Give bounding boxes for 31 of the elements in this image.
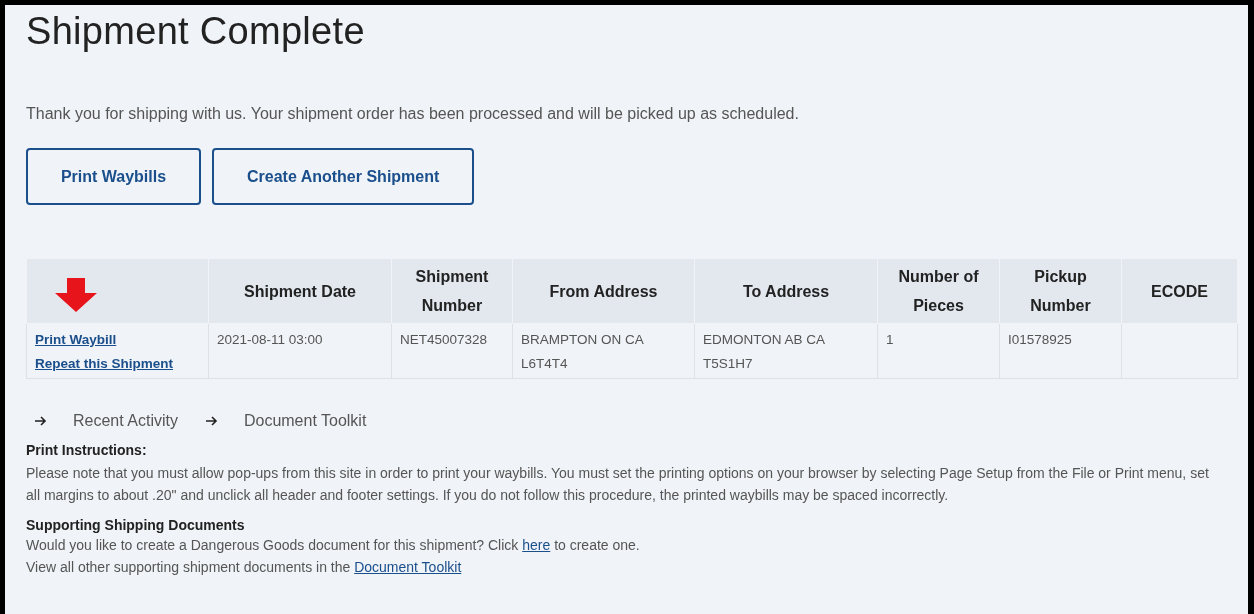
section-heading: Print Instructions: [26, 441, 148, 459]
arrow-right-icon [35, 416, 47, 426]
column-header: ECODE [1121, 258, 1238, 324]
column-header: From Address [512, 258, 695, 324]
column-header: Shipment Number [391, 258, 513, 324]
table-cell-text: I01578925 [1008, 331, 1072, 349]
text-link[interactable]: here [522, 537, 551, 553]
table-cell-text: NET45007328 [400, 331, 488, 349]
table-cell-text: EDMONTON AB CA T5S1H7 [703, 331, 826, 373]
table-link[interactable]: Repeat this Shipment [35, 352, 174, 376]
confirmation-message: Thank you for shipping with us. Your shipment order has been processed and will be picked up as scheduled. [26, 104, 800, 124]
down-arrow-icon [54, 278, 98, 312]
arrow-right-icon [205, 416, 218, 426]
column-header: To Address [694, 258, 878, 324]
table-cell-text: 1 [886, 331, 894, 349]
info-text: View all other supporting shipment documents in the Document Toolkit [26, 558, 463, 577]
column-header: Number of Pieces [877, 258, 1000, 324]
table-link[interactable]: Print Waybill [35, 328, 117, 352]
section-heading: Supporting Shipping Documents [26, 516, 246, 534]
print-waybills-button[interactable]: Print Waybills [26, 148, 201, 205]
create-shipment-button[interactable]: Create Another Shipment [212, 148, 475, 205]
page-title: Shipment Complete [26, 9, 366, 54]
quick-link[interactable]: Recent Activity [73, 412, 178, 430]
quick-link[interactable]: Document Toolkit [243, 412, 367, 430]
column-header: Pickup Number [999, 258, 1122, 324]
column-header: Shipment Date [208, 258, 392, 324]
instructions-text: Please note that you must allow pop-ups from this site in order to print your waybills. You must set the printing options on your browser by selecting Page Setup from the File or Print menu, set all margins to about .20" and unclick all header and footer settings. If you do not follow this procedure, the printed waybills may be spaced incorrectly. [26, 464, 1210, 505]
table-cell-text: BRAMPTON ON CA L6T4T4 [521, 331, 645, 373]
info-text: Would you like to create a Dangerous Goods document for this shipment? Click here to create one. [26, 536, 641, 555]
table-cell-text: 2021-08-11 03:00 [217, 331, 323, 349]
text-link[interactable]: Document Toolkit [354, 559, 462, 575]
